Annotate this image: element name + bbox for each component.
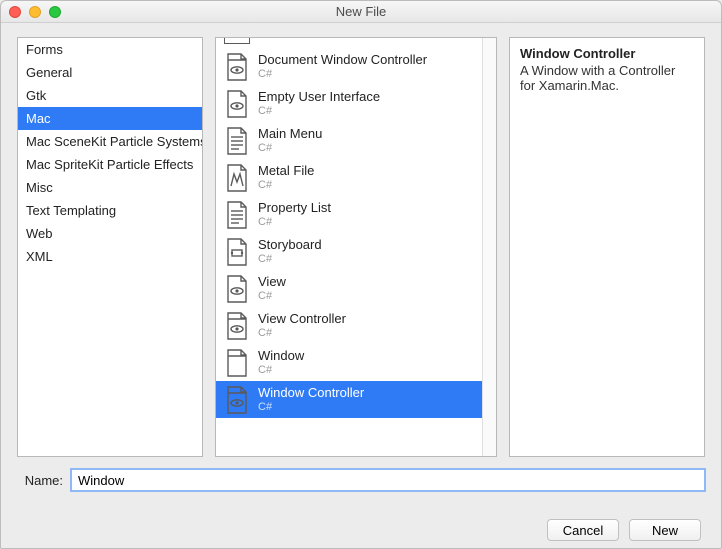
titlebar[interactable]: New File [1, 1, 721, 23]
window-title: New File [1, 4, 721, 19]
page-metal-icon [224, 164, 250, 192]
new-file-dialog: New File FormsGeneralGtkMacMac SceneKit … [0, 0, 722, 549]
template-name: Main Menu [258, 127, 322, 142]
template-item[interactable]: Empty User InterfaceC# [216, 85, 484, 122]
page-lines-icon [224, 127, 250, 155]
scrollbar[interactable] [482, 38, 496, 456]
page-eye-icon [224, 90, 250, 118]
new-button[interactable]: New [629, 519, 701, 541]
template-list[interactable]: Document Window ControllerC#Empty User I… [216, 38, 484, 456]
template-name: Storyboard [258, 238, 322, 253]
window-eye-icon [224, 53, 250, 81]
detail-description: A Window with a Controller for Xamarin.M… [520, 63, 694, 93]
template-language: C# [258, 179, 314, 192]
cancel-button[interactable]: Cancel [547, 519, 619, 541]
template-language: C# [258, 142, 322, 155]
template-language: C# [258, 253, 322, 266]
template-name: View [258, 275, 286, 290]
category-item[interactable]: XML [18, 245, 202, 268]
name-label: Name: [17, 473, 65, 488]
template-name: Window [258, 349, 304, 364]
button-row: Cancel New [17, 519, 705, 541]
dialog-body: FormsGeneralGtkMacMac SceneKit Particle … [1, 23, 721, 548]
template-name: Property List [258, 201, 331, 216]
category-item[interactable]: Misc [18, 176, 202, 199]
template-language: C# [258, 327, 346, 340]
template-name: View Controller [258, 312, 346, 327]
template-language: C# [258, 364, 304, 377]
minimize-icon[interactable] [29, 6, 41, 18]
template-item[interactable]: WindowC# [216, 344, 484, 381]
close-icon[interactable] [9, 6, 21, 18]
page-lines-icon [224, 201, 250, 229]
category-item[interactable]: Forms [18, 38, 202, 61]
template-name: Empty User Interface [258, 90, 380, 105]
category-list[interactable]: FormsGeneralGtkMacMac SceneKit Particle … [17, 37, 203, 457]
zoom-icon[interactable] [49, 6, 61, 18]
detail-panel: Window Controller A Window with a Contro… [509, 37, 705, 457]
page-story-icon [224, 238, 250, 266]
template-name: Window Controller [258, 386, 364, 401]
window-controls [9, 6, 61, 18]
template-language: C# [258, 290, 286, 303]
template-item[interactable]: View ControllerC# [216, 307, 484, 344]
page-blank-icon [224, 349, 250, 377]
template-item[interactable]: StoryboardC# [216, 233, 484, 270]
category-item[interactable]: Gtk [18, 84, 202, 107]
template-item[interactable]: Property ListC# [216, 196, 484, 233]
detail-title: Window Controller [520, 46, 694, 61]
template-list-panel: Document Window ControllerC#Empty User I… [215, 37, 497, 457]
template-item[interactable]: ViewC# [216, 270, 484, 307]
template-name: Metal File [258, 164, 314, 179]
template-language: C# [258, 401, 364, 414]
window-eye-icon [224, 312, 250, 340]
category-item[interactable]: Mac SpriteKit Particle Effects [18, 153, 202, 176]
name-row: Name: [17, 469, 705, 491]
template-item[interactable]: Window ControllerC# [216, 381, 484, 418]
template-language: C# [258, 105, 380, 118]
category-item[interactable]: Mac SceneKit Particle Systems [18, 130, 202, 153]
category-item[interactable]: Web [18, 222, 202, 245]
page-eye-icon [224, 275, 250, 303]
template-name: Document Window Controller [258, 53, 427, 68]
template-language: C# [258, 216, 331, 229]
window-eye-icon [224, 386, 250, 414]
template-item[interactable]: Document Window ControllerC# [216, 48, 484, 85]
name-input[interactable] [71, 469, 705, 491]
category-item[interactable]: Mac [18, 107, 202, 130]
category-item[interactable]: Text Templating [18, 199, 202, 222]
template-item[interactable]: Metal FileC# [216, 159, 484, 196]
template-item-partial [224, 38, 476, 46]
category-item[interactable]: General [18, 61, 202, 84]
template-language: C# [258, 68, 427, 81]
template-item[interactable]: Main MenuC# [216, 122, 484, 159]
